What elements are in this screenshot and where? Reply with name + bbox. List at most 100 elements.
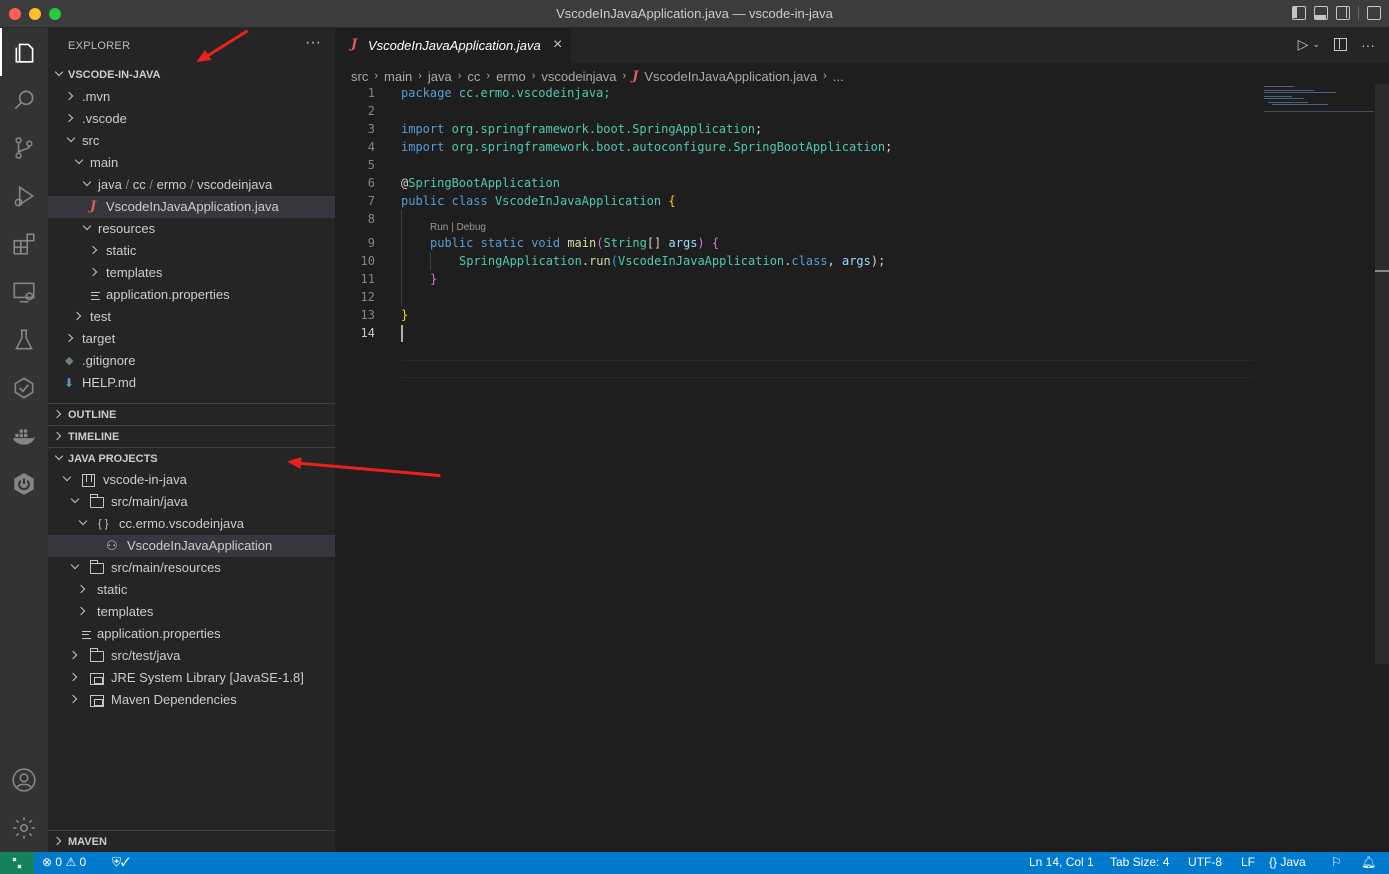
notifications-bell-icon[interactable]: 🔔︎ bbox=[1361, 855, 1376, 869]
outline-section[interactable]: OUTLINE bbox=[48, 403, 335, 425]
tree-item-test[interactable]: test bbox=[48, 306, 335, 328]
code-line: @SpringBootApplication bbox=[401, 176, 560, 190]
close-tab-icon[interactable]: × bbox=[553, 36, 562, 54]
line-number: 2 bbox=[367, 104, 375, 118]
account-icon[interactable] bbox=[0, 756, 48, 804]
code-line: import org.springframework.boot.autoconf… bbox=[401, 140, 893, 154]
breadcrumb-src[interactable]: src bbox=[351, 69, 368, 84]
explorer-icon[interactable] bbox=[0, 28, 48, 76]
warning-icon: ⚠ bbox=[65, 855, 77, 869]
java-package[interactable]: { } cc.ermo.vscodeinjava bbox=[48, 513, 335, 535]
tree-item-src[interactable]: src bbox=[48, 130, 335, 152]
java-jre-library[interactable]: JRE System Library [JavaSE-1.8] bbox=[48, 667, 335, 689]
remote-indicator-icon[interactable] bbox=[0, 852, 34, 874]
tree-item-vscode[interactable]: .vscode bbox=[48, 108, 335, 130]
timeline-section[interactable]: TIMELINE bbox=[48, 425, 335, 447]
breadcrumb-main[interactable]: main bbox=[384, 69, 412, 84]
java-static[interactable]: static bbox=[48, 579, 335, 601]
testing-icon[interactable] bbox=[0, 316, 48, 364]
customize-layout-icon[interactable] bbox=[1367, 6, 1381, 20]
more-actions-icon[interactable]: ··· bbox=[305, 34, 321, 52]
run-play-icon[interactable]: ▷ bbox=[1298, 36, 1309, 53]
tree-item-target[interactable]: target bbox=[48, 328, 335, 350]
breadcrumb-vscodeinjava[interactable]: vscodeinjava bbox=[541, 69, 616, 84]
run-debug-icon[interactable] bbox=[0, 172, 48, 220]
package-icon: { } bbox=[98, 518, 109, 530]
line-number: 10 bbox=[360, 254, 375, 268]
code-line: import org.springframework.boot.SpringAp… bbox=[401, 122, 763, 136]
title-separator bbox=[1358, 6, 1359, 20]
current-line-highlight bbox=[401, 360, 1253, 378]
java-src-main-java[interactable]: src/main/java bbox=[48, 491, 335, 513]
tree-item-static[interactable]: static bbox=[48, 240, 335, 262]
tab-size[interactable]: Tab Size: 4 bbox=[1110, 855, 1169, 869]
project-icon bbox=[82, 474, 95, 487]
breadcrumb-java[interactable]: java bbox=[428, 69, 452, 84]
language-mode[interactable]: {} Java bbox=[1269, 855, 1306, 869]
remote-explorer-icon[interactable] bbox=[0, 268, 48, 316]
line-number: 3 bbox=[367, 122, 375, 136]
encoding[interactable]: UTF-8 bbox=[1188, 855, 1222, 869]
settings-gear-icon[interactable] bbox=[0, 804, 48, 852]
tab-label: VscodeInJavaApplication.java bbox=[368, 38, 541, 53]
chevron-down-icon[interactable]: ⌄ bbox=[1312, 39, 1320, 50]
code-line: public class VscodeInJavaApplication { bbox=[401, 194, 676, 208]
cursor-position[interactable]: Ln 14, Col 1 bbox=[1029, 855, 1094, 869]
tree-item-templates[interactable]: templates bbox=[48, 262, 335, 284]
gitlens-icon[interactable] bbox=[0, 364, 48, 412]
toggle-secondary-sidebar-icon[interactable] bbox=[1336, 6, 1350, 20]
line-number: 9 bbox=[367, 236, 375, 250]
tree-item-gitignore[interactable]: ◆ .gitignore bbox=[48, 350, 335, 372]
breadcrumb-ermo[interactable]: ermo bbox=[496, 69, 526, 84]
more-actions-icon[interactable]: ··· bbox=[1361, 37, 1375, 53]
text-cursor bbox=[401, 325, 403, 342]
workspace-root[interactable]: VSCODE-IN-JAVA bbox=[48, 64, 335, 86]
search-icon[interactable] bbox=[0, 76, 48, 124]
minimap[interactable] bbox=[1260, 84, 1375, 144]
tree-item-help-md[interactable]: ⬇ HELP.md bbox=[48, 372, 335, 394]
java-file-icon: J bbox=[632, 68, 639, 84]
line-number: 1 bbox=[367, 86, 375, 100]
java-src-main-resources[interactable]: src/main/resources bbox=[48, 557, 335, 579]
code-line: } bbox=[430, 272, 438, 286]
breadcrumb-file[interactable]: VscodeInJavaApplication.java bbox=[644, 69, 817, 84]
breadcrumb-symbol[interactable]: ... bbox=[833, 69, 844, 84]
indent-guide bbox=[430, 252, 431, 270]
scrollbar-cursor-marker bbox=[1375, 270, 1389, 272]
line-number: 4 bbox=[367, 140, 375, 154]
java-application-properties[interactable]: application.properties bbox=[48, 623, 335, 645]
tab-main-class[interactable]: J VscodeInJavaApplication.java × bbox=[335, 28, 571, 63]
toggle-primary-sidebar-icon[interactable] bbox=[1292, 6, 1306, 20]
resources-folder-icon bbox=[90, 560, 104, 574]
feedback-icon[interactable]: ⚐ bbox=[1331, 855, 1342, 869]
java-templates[interactable]: templates bbox=[48, 601, 335, 623]
tree-item-application-properties[interactable]: application.properties bbox=[48, 284, 335, 306]
tree-item-resources[interactable]: resources bbox=[48, 218, 335, 240]
vertical-scrollbar[interactable] bbox=[1375, 84, 1389, 664]
codelens-run-debug[interactable]: Run | Debug bbox=[430, 222, 486, 233]
extensions-icon[interactable] bbox=[0, 220, 48, 268]
tree-item-main-class-file[interactable]: J VscodeInJavaApplication.java bbox=[48, 196, 335, 218]
tab-bar: J VscodeInJavaApplication.java × ▷ ⌄ ··· bbox=[335, 28, 1389, 63]
problems-indicator[interactable]: ⊗ 0 ⚠ 0 bbox=[42, 855, 86, 869]
docker-icon[interactable] bbox=[0, 412, 48, 460]
line-number: 8 bbox=[367, 212, 375, 226]
java-file-icon: J bbox=[90, 199, 97, 214]
tree-item-main[interactable]: main bbox=[48, 152, 335, 174]
shield-check-icon[interactable]: ⛨✓ bbox=[112, 855, 130, 870]
java-project-root[interactable]: vscode-in-java bbox=[48, 469, 335, 491]
tree-item-mvn[interactable]: .mvn bbox=[48, 86, 335, 108]
line-ending[interactable]: LF bbox=[1241, 855, 1255, 869]
maven-section[interactable]: MAVEN bbox=[48, 830, 335, 852]
tree-item-java-package-path[interactable]: java / cc / ermo / vscodeinjava bbox=[48, 174, 335, 196]
source-control-icon[interactable] bbox=[0, 124, 48, 172]
toggle-panel-icon[interactable] bbox=[1314, 6, 1328, 20]
java-maven-dependencies[interactable]: Maven Dependencies bbox=[48, 689, 335, 711]
library-icon bbox=[90, 673, 104, 685]
java-file-icon: J bbox=[351, 37, 358, 52]
breadcrumb-cc[interactable]: cc bbox=[467, 69, 480, 84]
java-class-item[interactable]: ⚇ VscodeInJavaApplication bbox=[48, 535, 335, 557]
split-editor-icon[interactable] bbox=[1334, 38, 1347, 51]
spring-boot-icon[interactable] bbox=[0, 460, 48, 508]
java-src-test-java[interactable]: src/test/java bbox=[48, 645, 335, 667]
